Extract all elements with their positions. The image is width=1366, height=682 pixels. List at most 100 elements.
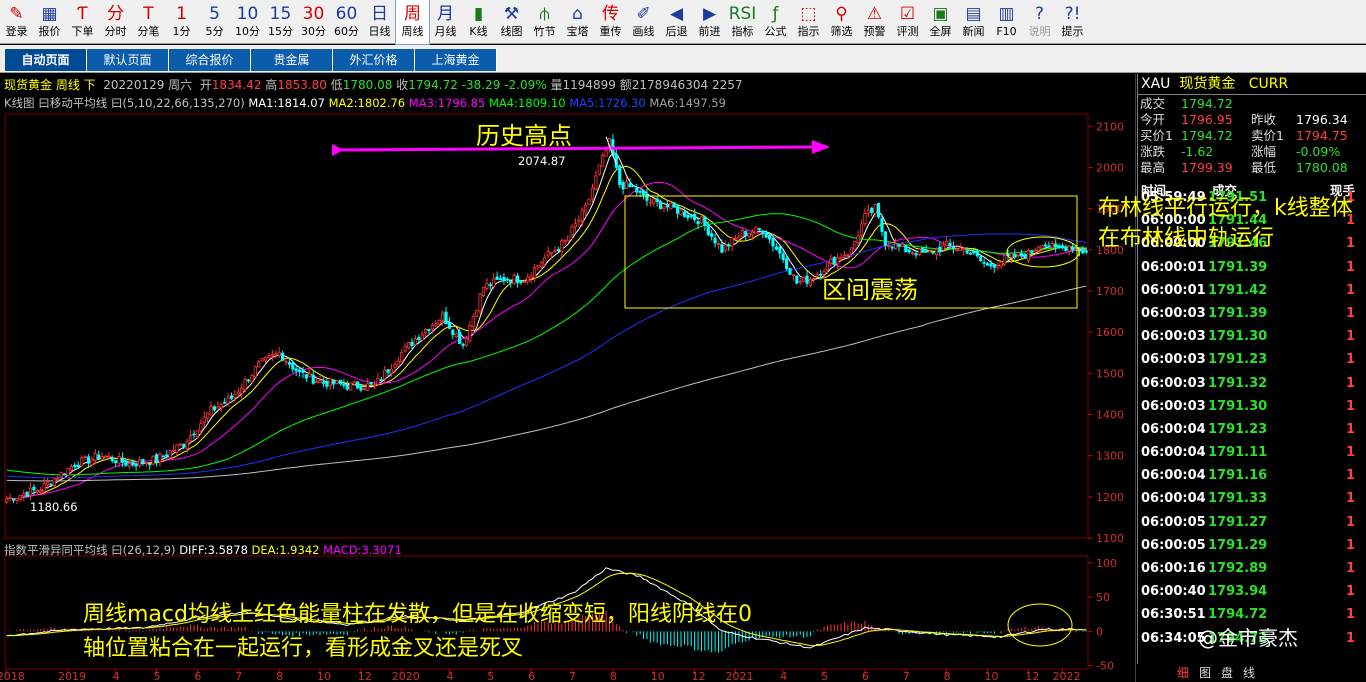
x-tick-label: 8 — [944, 670, 951, 682]
candle-body — [1040, 245, 1044, 249]
toolbar-button-31[interactable]: ? 说明 — [1023, 0, 1056, 44]
candle-body — [618, 165, 622, 185]
toolbar-button-24[interactable]: ⬚ 指示 — [792, 0, 825, 44]
ath-arrow-tail — [332, 144, 344, 156]
toolbar-button-16[interactable]: ⫛ 竹节 — [528, 0, 561, 44]
toolbar-button-26[interactable]: ⚠ 预警 — [858, 0, 891, 44]
toolbar-button-32[interactable]: ?! 提示 — [1056, 0, 1089, 44]
candle-body — [587, 198, 591, 205]
toolbar-button-1[interactable]: ▦ 报价 — [33, 0, 66, 44]
toolbar-button-8[interactable]: 15 15分 — [264, 0, 297, 44]
bottom-nav-1[interactable]: 图 — [1199, 664, 1211, 682]
tick-volume: 1 — [1345, 584, 1355, 600]
toolbar-button-18[interactable]: 传重传 — [594, 0, 627, 44]
toolbar-button-7[interactable]: 10 10分 — [231, 0, 264, 44]
tab-4[interactable]: 外汇价格 — [333, 49, 415, 71]
candle-body — [1030, 251, 1034, 253]
toolbar-button-28[interactable]: ▣ 全屏 — [924, 0, 957, 44]
toolbar-label: 登录 — [5, 25, 28, 38]
candle-body — [372, 383, 377, 386]
bottom-nav-0[interactable]: 细 — [1177, 664, 1189, 682]
bamboo-icon: ⫛ — [539, 4, 550, 24]
candle-body — [161, 455, 165, 458]
toolbar-button-14[interactable]: ▮ K线 — [462, 0, 495, 44]
toolbar-button-11[interactable]: 日日线 — [363, 0, 396, 44]
candle-body — [199, 423, 203, 432]
toolbar-button-21[interactable]: ▶ 前进 — [693, 0, 726, 44]
watermark-text: @金市豪杰 — [1198, 626, 1298, 650]
candle-body — [246, 379, 251, 382]
tab-3[interactable]: 贵金属 — [251, 49, 333, 71]
toolbar-button-27[interactable]: ☑ 评测 — [891, 0, 924, 44]
tick-time: 06:00:05 — [1141, 537, 1206, 553]
toolbar-button-4[interactable]: T 分笔 — [132, 0, 165, 44]
tick-time: 06:00:01 — [1141, 259, 1206, 275]
x-tick-label: 2022 — [1052, 670, 1080, 682]
candle-body — [941, 244, 945, 251]
tick-list[interactable]: 05:59:49 1791.51 1 06:00:00 1791.44 1 06:00:00… — [1138, 186, 1366, 650]
kline-chart-svg[interactable]: 2100200019001800170016001500140013001200… — [0, 74, 1136, 682]
candle-body — [996, 265, 1000, 269]
ma4-line — [6, 213, 1087, 476]
candle-body — [747, 233, 751, 237]
filter-icon: ⚲ — [835, 4, 848, 24]
quote-bottom-nav: 细图盘线 — [1137, 664, 1366, 682]
candle-body — [897, 244, 901, 247]
bottom-nav-2[interactable]: 盘 — [1221, 664, 1233, 682]
candle-body — [699, 216, 704, 224]
candle-body — [730, 237, 734, 247]
toolbar-button-23[interactable]: ƒ 公式 — [759, 0, 792, 44]
toolbar-button-20[interactable]: ◀ 后退 — [660, 0, 693, 44]
bottom-nav-3[interactable]: 线 — [1243, 664, 1255, 682]
toolbar-button-6[interactable]: 5 5分 — [198, 0, 231, 44]
candle-body — [614, 154, 618, 168]
toolbar-button-3[interactable]: 分分时 — [99, 0, 132, 44]
kline-chart-area[interactable]: 2100 2000 1900 1800 1700 1600 1500 1400 1300 1200… — [0, 74, 1136, 682]
diff-value: DIFF:3.5878 — [179, 543, 248, 557]
tab-5[interactable]: 上海黄金 — [415, 49, 497, 71]
candle-body — [287, 362, 291, 365]
candle-body — [767, 234, 772, 240]
toolbar-button-2[interactable]: Ƭ 下单 — [66, 0, 99, 44]
candle-body — [689, 215, 693, 218]
toolbar-label: 预警 — [863, 25, 886, 38]
toolbar-button-30[interactable]: ▥ F10 — [990, 0, 1023, 44]
toolbar-button-12[interactable]: 周周线 — [395, 0, 430, 45]
candle-body — [403, 345, 407, 352]
toolbar-button-0[interactable]: ✎ 登录 — [0, 0, 33, 44]
toolbar-button-5[interactable]: 1 1分 — [165, 0, 198, 44]
x-tick-label: 2021 — [726, 670, 754, 682]
toolbar-button-22[interactable]: RSI 指标 — [726, 0, 759, 44]
toolbar-button-9[interactable]: 30 30分 — [297, 0, 330, 44]
candle-body — [706, 224, 710, 236]
toolbar-button-17[interactable]: ⌂ 宝塔 — [561, 0, 594, 44]
toolbar-button-25[interactable]: ⚲ 筛选 — [825, 0, 858, 44]
toolbar-button-13[interactable]: 月月线 — [429, 0, 462, 44]
tab-2[interactable]: 综合报价 — [169, 49, 251, 71]
toolbar-label: 公式 — [764, 25, 787, 38]
toolbar-label: 竹节 — [533, 25, 556, 38]
candle-body — [274, 353, 278, 356]
toolbar-button-29[interactable]: ▤ 新闻 — [957, 0, 990, 44]
toolbar-button-10[interactable]: 60 60分 — [330, 0, 363, 44]
candle-body — [713, 237, 717, 244]
tick-row: 06:00:03 1791.32 1 — [1138, 372, 1366, 395]
toolbar-button-15[interactable]: ⚒ 线图 — [495, 0, 528, 44]
candle-body — [1064, 247, 1068, 252]
tick-price: 1793.94 — [1208, 584, 1268, 600]
candle-body — [1023, 253, 1027, 259]
candle-body — [1016, 252, 1020, 256]
x-tick-label: 2019 — [58, 670, 86, 682]
candle-body — [522, 281, 526, 283]
toolbar-button-19[interactable]: ✐ 画线 — [627, 0, 660, 44]
tick-row: 06:00:04 1791.23 1 — [1138, 418, 1366, 441]
candle-body — [263, 356, 268, 361]
x-tick-label: 10 — [651, 670, 665, 682]
quote-row-label: 买价1 — [1140, 128, 1173, 143]
toolbar-label: 全屏 — [929, 25, 952, 38]
tab-1[interactable]: 默认页面 — [87, 49, 169, 71]
candle-body — [212, 406, 217, 411]
high-value: 1853.80 — [277, 78, 327, 92]
tab-0[interactable]: 自动页面 — [5, 49, 87, 71]
sixty-min-icon: 60 — [335, 4, 358, 24]
